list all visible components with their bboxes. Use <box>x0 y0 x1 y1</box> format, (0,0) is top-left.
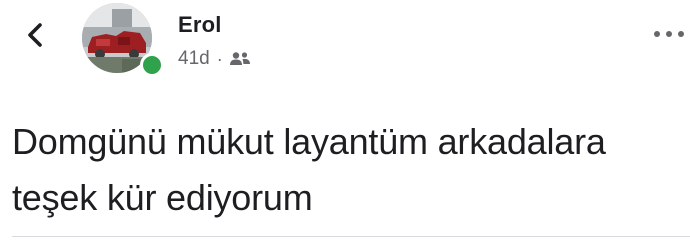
friends-icon[interactable] <box>229 51 251 67</box>
meta-separator: · <box>216 48 223 69</box>
more-options-icon <box>654 31 684 37</box>
back-chevron-icon <box>28 23 42 47</box>
divider <box>12 236 690 237</box>
post-meta: 41d · <box>178 48 251 70</box>
online-status-dot <box>140 53 164 77</box>
more-options-button[interactable] <box>652 24 690 44</box>
author-avatar[interactable] <box>82 3 164 77</box>
post-card: Erol 41d · Domgünü mükut layantüm arkada… <box>0 0 690 243</box>
back-button[interactable] <box>18 18 52 52</box>
post-timestamp[interactable]: 41d <box>178 48 210 70</box>
author-name[interactable]: Erol <box>178 12 222 38</box>
post-text: Domgünü mükut layantüm arkadalara teşek … <box>12 121 606 218</box>
